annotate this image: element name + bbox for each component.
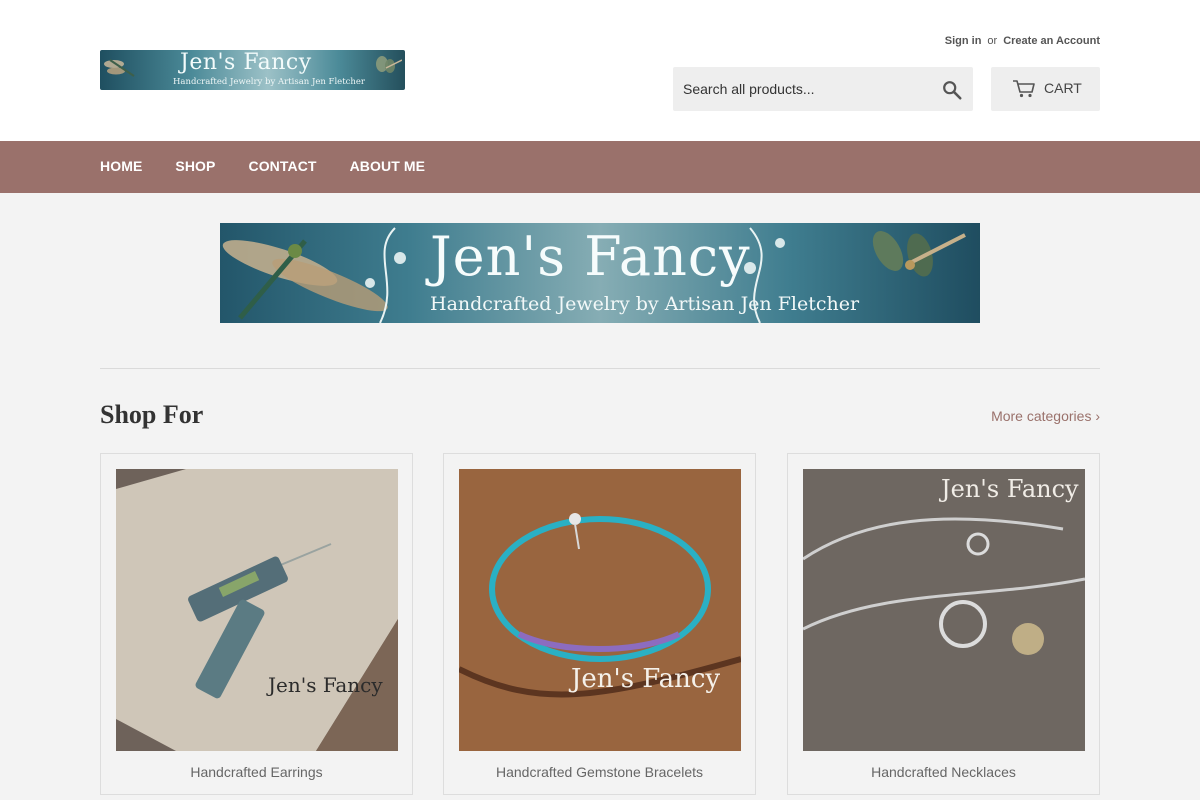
svg-text:Jen's Fancy: Jen's Fancy <box>568 664 720 694</box>
svg-text:Jen's Fancy: Jen's Fancy <box>938 475 1079 503</box>
necklaces-photo: Jen's Fancy <box>803 469 1085 751</box>
main-nav: HOME SHOP CONTACT ABOUT ME <box>0 141 1200 193</box>
search-icon[interactable] <box>941 79 963 101</box>
dragonfly-icon <box>104 59 135 77</box>
category-card-bracelets[interactable]: Jen's Fancy Handcrafted Gemstone Bracele… <box>443 453 756 795</box>
nav-item-home[interactable]: HOME <box>100 158 142 174</box>
hero-banner: Jen's Fancy Handcrafted Jewelry by Artis… <box>220 223 980 323</box>
site-logo[interactable]: Jen's Fancy Handcrafted Jewelry by Artis… <box>100 50 405 90</box>
account-links: Sign in or Create an Account <box>945 35 1100 47</box>
nav-item-shop[interactable]: SHOP <box>175 158 215 174</box>
cart-icon <box>1013 80 1035 98</box>
category-image-earrings[interactable]: Jen's Fancy <box>116 469 398 751</box>
search-input[interactable] <box>673 67 923 111</box>
earrings-photo: Jen's Fancy <box>116 469 398 751</box>
create-account-link[interactable]: Create an Account <box>1003 35 1100 47</box>
cart-label: CART <box>1044 80 1082 96</box>
nav-item-contact[interactable]: CONTACT <box>248 158 316 174</box>
sign-in-link[interactable]: Sign in <box>945 35 982 47</box>
more-categories-link[interactable]: More categories › <box>991 408 1100 424</box>
cart-button[interactable]: CART <box>991 67 1100 111</box>
bracelets-photo: Jen's Fancy <box>459 469 741 751</box>
logo-title: Jen's Fancy <box>180 50 312 75</box>
category-card-earrings[interactable]: Jen's Fancy Handcrafted Earrings <box>100 453 413 795</box>
account-or-text: or <box>987 35 998 47</box>
site-header: Jen's Fancy Handcrafted Jewelry by Artis… <box>0 0 1200 141</box>
dragonfly-icon <box>376 56 402 73</box>
category-card-necklaces[interactable]: Jen's Fancy Handcrafted Necklaces <box>787 453 1100 795</box>
search-form <box>673 67 973 111</box>
banner-tagline: Handcrafted Jewelry by Artisan Jen Fletc… <box>430 293 860 315</box>
svg-text:Jen's Fancy: Jen's Fancy <box>266 673 383 697</box>
category-name[interactable]: Handcrafted Gemstone Bracelets <box>444 764 755 780</box>
category-image-bracelets[interactable]: Jen's Fancy <box>459 469 741 751</box>
nav-item-about-me[interactable]: ABOUT ME <box>350 158 425 174</box>
category-image-necklaces[interactable]: Jen's Fancy <box>803 469 1085 751</box>
banner-title: Jen's Fancy <box>430 225 751 288</box>
category-name[interactable]: Handcrafted Earrings <box>101 764 412 780</box>
logo-tagline: Handcrafted Jewelry by Artisan Jen Fletc… <box>173 77 365 87</box>
category-name[interactable]: Handcrafted Necklaces <box>788 764 1099 780</box>
section-divider <box>100 368 1100 369</box>
section-title: Shop For <box>100 400 204 429</box>
